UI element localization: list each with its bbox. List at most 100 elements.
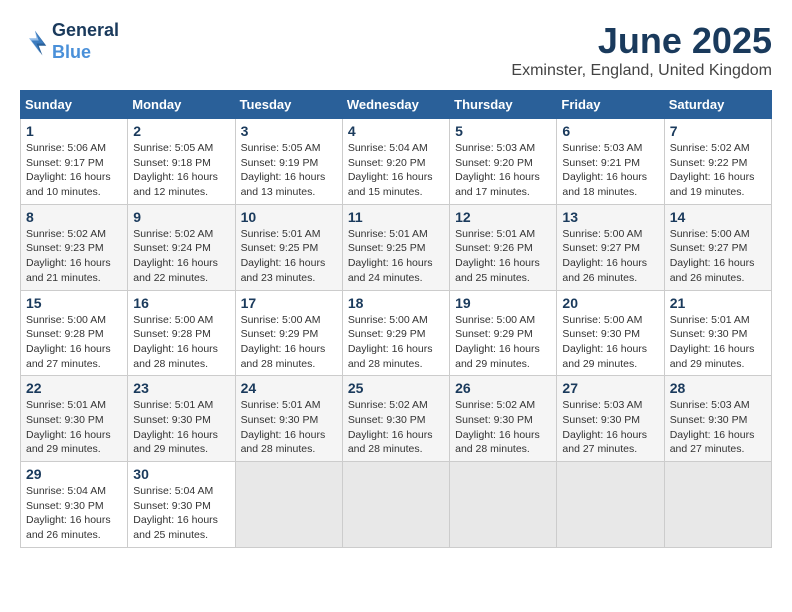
day-info: Sunrise: 5:02 AMSunset: 9:30 PMDaylight:…	[455, 398, 551, 457]
day-number: 29	[26, 466, 122, 482]
day-number: 5	[455, 123, 551, 139]
day-info: Sunrise: 5:05 AMSunset: 9:18 PMDaylight:…	[133, 141, 229, 200]
day-info: Sunrise: 5:00 AMSunset: 9:28 PMDaylight:…	[26, 313, 122, 372]
day-cell-8: 8 Sunrise: 5:02 AMSunset: 9:23 PMDaylight…	[21, 204, 128, 290]
day-cell-5: 5 Sunrise: 5:03 AMSunset: 9:20 PMDaylight…	[450, 119, 557, 205]
day-number: 16	[133, 295, 229, 311]
day-info: Sunrise: 5:01 AMSunset: 9:30 PMDaylight:…	[26, 398, 122, 457]
day-cell-30: 30 Sunrise: 5:04 AMSunset: 9:30 PMDayligh…	[128, 462, 235, 548]
day-info: Sunrise: 5:02 AMSunset: 9:23 PMDaylight:…	[26, 227, 122, 286]
day-info: Sunrise: 5:05 AMSunset: 9:19 PMDaylight:…	[241, 141, 337, 200]
day-cell-25: 25Sunrise: 5:02 AMSunset: 9:30 PMDayligh…	[342, 376, 449, 462]
weekday-header-thursday: Thursday	[450, 91, 557, 119]
day-cell-2: 2Sunrise: 5:05 AMSunset: 9:18 PMDaylight…	[128, 119, 235, 205]
day-number: 25	[348, 380, 444, 396]
day-cell-29: 29Sunrise: 5:04 AMSunset: 9:30 PMDayligh…	[21, 462, 128, 548]
day-number: 9	[133, 209, 229, 225]
day-cell-13: 13 Sunrise: 5:00 AMSunset: 9:27 PMDayligh…	[557, 204, 664, 290]
day-number: 7	[670, 123, 766, 139]
day-cell-23: 23Sunrise: 5:01 AMSunset: 9:30 PMDayligh…	[128, 376, 235, 462]
week-row-4: 22 Sunrise: 5:01 AMSunset: 9:30 PMDayligh…	[21, 376, 772, 462]
day-info: Sunrise: 5:00 AMSunset: 9:29 PMDaylight:…	[455, 313, 551, 372]
day-number: 22	[26, 380, 122, 396]
day-info: Sunrise: 5:00 AMSunset: 9:29 PMDaylight:…	[241, 313, 337, 372]
weekday-header-row: SundayMondayTuesdayWednesdayThursdayFrid…	[21, 91, 772, 119]
day-info: Sunrise: 5:03 AMSunset: 9:30 PMDaylight:…	[670, 398, 766, 457]
day-number: 10	[241, 209, 337, 225]
weekday-header-sunday: Sunday	[21, 91, 128, 119]
day-cell-21: 21 Sunrise: 5:01 AMSunset: 9:30 PMDayligh…	[664, 290, 771, 376]
day-number: 3	[241, 123, 337, 139]
day-info: Sunrise: 5:01 AMSunset: 9:30 PMDaylight:…	[241, 398, 337, 457]
day-info: Sunrise: 5:03 AMSunset: 9:20 PMDaylight:…	[455, 141, 551, 200]
day-info: Sunrise: 5:04 AMSunset: 9:30 PMDaylight:…	[133, 484, 229, 543]
day-number: 8	[26, 209, 122, 225]
day-number: 13	[562, 209, 658, 225]
day-number: 11	[348, 209, 444, 225]
logo-icon	[20, 27, 50, 57]
day-number: 21	[670, 295, 766, 311]
day-info: Sunrise: 5:02 AMSunset: 9:24 PMDaylight:…	[133, 227, 229, 286]
day-number: 14	[670, 209, 766, 225]
day-info: Sunrise: 5:01 AMSunset: 9:25 PMDaylight:…	[348, 227, 444, 286]
day-cell-24: 24 Sunrise: 5:01 AMSunset: 9:30 PMDayligh…	[235, 376, 342, 462]
day-number: 18	[348, 295, 444, 311]
day-cell-26: 26 Sunrise: 5:02 AMSunset: 9:30 PMDayligh…	[450, 376, 557, 462]
day-number: 15	[26, 295, 122, 311]
day-number: 28	[670, 380, 766, 396]
day-cell-19: 19 Sunrise: 5:00 AMSunset: 9:29 PMDayligh…	[450, 290, 557, 376]
day-number: 20	[562, 295, 658, 311]
day-cell	[342, 462, 449, 548]
day-cell-3: 3 Sunrise: 5:05 AMSunset: 9:19 PMDaylight…	[235, 119, 342, 205]
day-info: Sunrise: 5:01 AMSunset: 9:25 PMDaylight:…	[241, 227, 337, 286]
day-info: Sunrise: 5:00 AMSunset: 9:29 PMDaylight:…	[348, 313, 444, 372]
day-cell-9: 9 Sunrise: 5:02 AMSunset: 9:24 PMDaylight…	[128, 204, 235, 290]
day-cell	[557, 462, 664, 548]
day-cell	[664, 462, 771, 548]
day-cell-10: 10 Sunrise: 5:01 AMSunset: 9:25 PMDayligh…	[235, 204, 342, 290]
day-cell-17: 17 Sunrise: 5:00 AMSunset: 9:29 PMDayligh…	[235, 290, 342, 376]
calendar: SundayMondayTuesdayWednesdayThursdayFrid…	[20, 90, 772, 548]
weekday-header-tuesday: Tuesday	[235, 91, 342, 119]
day-cell	[450, 462, 557, 548]
day-cell-20: 20 Sunrise: 5:00 AMSunset: 9:30 PMDayligh…	[557, 290, 664, 376]
day-info: Sunrise: 5:01 AMSunset: 9:30 PMDaylight:…	[670, 313, 766, 372]
day-number: 4	[348, 123, 444, 139]
day-info: Sunrise: 5:00 AMSunset: 9:27 PMDaylight:…	[562, 227, 658, 286]
day-cell-4: 4 Sunrise: 5:04 AMSunset: 9:20 PMDaylight…	[342, 119, 449, 205]
day-info: Sunrise: 5:00 AMSunset: 9:30 PMDaylight:…	[562, 313, 658, 372]
day-number: 26	[455, 380, 551, 396]
day-info: Sunrise: 5:03 AMSunset: 9:21 PMDaylight:…	[562, 141, 658, 200]
page-header: General Blue June 2025 Exminster, Englan…	[20, 20, 772, 80]
weekday-header-saturday: Saturday	[664, 91, 771, 119]
day-cell-7: 7 Sunrise: 5:02 AMSunset: 9:22 PMDaylight…	[664, 119, 771, 205]
day-number: 27	[562, 380, 658, 396]
day-info: Sunrise: 5:00 AMSunset: 9:28 PMDaylight:…	[133, 313, 229, 372]
day-number: 30	[133, 466, 229, 482]
day-cell-14: 14Sunrise: 5:00 AMSunset: 9:27 PMDayligh…	[664, 204, 771, 290]
day-info: Sunrise: 5:04 AMSunset: 9:20 PMDaylight:…	[348, 141, 444, 200]
week-row-2: 8 Sunrise: 5:02 AMSunset: 9:23 PMDaylight…	[21, 204, 772, 290]
week-row-3: 15 Sunrise: 5:00 AMSunset: 9:28 PMDayligh…	[21, 290, 772, 376]
day-number: 19	[455, 295, 551, 311]
logo-text: General Blue	[52, 20, 119, 63]
day-cell-16: 16 Sunrise: 5:00 AMSunset: 9:28 PMDayligh…	[128, 290, 235, 376]
day-cell-27: 27Sunrise: 5:03 AMSunset: 9:30 PMDayligh…	[557, 376, 664, 462]
day-info: Sunrise: 5:06 AMSunset: 9:17 PMDaylight:…	[26, 141, 122, 200]
day-number: 1	[26, 123, 122, 139]
month-title: June 2025	[511, 20, 772, 62]
day-cell-22: 22 Sunrise: 5:01 AMSunset: 9:30 PMDayligh…	[21, 376, 128, 462]
location-title: Exminster, England, United Kingdom	[511, 62, 772, 80]
day-cell-12: 12Sunrise: 5:01 AMSunset: 9:26 PMDayligh…	[450, 204, 557, 290]
day-cell-1: 1 Sunrise: 5:06 AMSunset: 9:17 PMDaylight…	[21, 119, 128, 205]
day-cell-28: 28 Sunrise: 5:03 AMSunset: 9:30 PMDayligh…	[664, 376, 771, 462]
day-cell	[235, 462, 342, 548]
day-info: Sunrise: 5:02 AMSunset: 9:22 PMDaylight:…	[670, 141, 766, 200]
day-cell-6: 6Sunrise: 5:03 AMSunset: 9:21 PMDaylight…	[557, 119, 664, 205]
day-cell-11: 11 Sunrise: 5:01 AMSunset: 9:25 PMDayligh…	[342, 204, 449, 290]
day-number: 24	[241, 380, 337, 396]
weekday-header-friday: Friday	[557, 91, 664, 119]
day-cell-18: 18 Sunrise: 5:00 AMSunset: 9:29 PMDayligh…	[342, 290, 449, 376]
day-number: 17	[241, 295, 337, 311]
day-info: Sunrise: 5:01 AMSunset: 9:30 PMDaylight:…	[133, 398, 229, 457]
